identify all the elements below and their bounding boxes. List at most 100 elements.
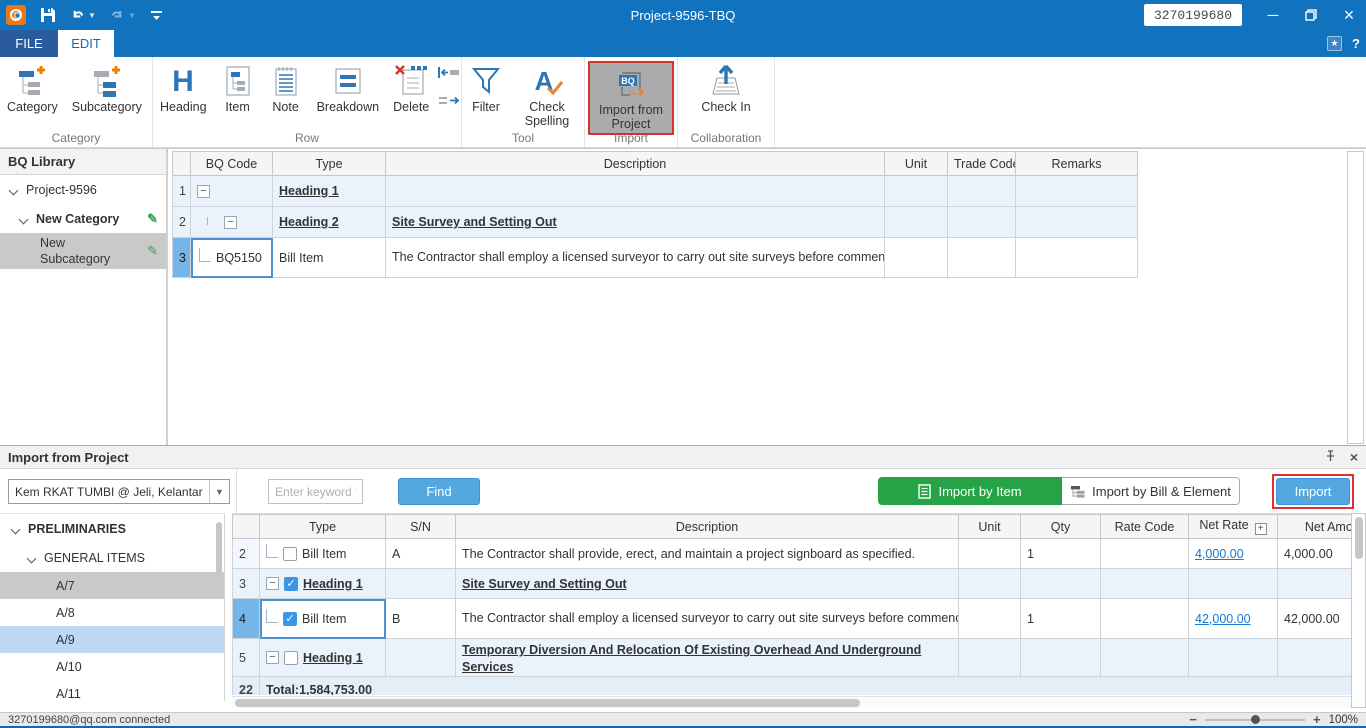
tree-scrollbar-thumb[interactable] — [216, 522, 222, 577]
save-button[interactable] — [40, 7, 56, 23]
col-header-net-amount[interactable]: Net Amount — [1278, 515, 1353, 539]
vertical-scrollbar[interactable] — [1347, 151, 1364, 444]
zoom-slider[interactable] — [1205, 719, 1305, 721]
table-row[interactable]: 3 BQ5150 Bill Item The Contractor shall … — [173, 238, 1138, 278]
table-row[interactable]: 2 − Heading 2 Site Survey and Setting Ou… — [173, 207, 1138, 238]
breakdown-button[interactable]: Breakdown — [310, 60, 387, 116]
col-header-type[interactable]: Type — [273, 152, 386, 176]
row-checkbox[interactable] — [284, 651, 298, 665]
customize-toolbar-button[interactable] — [150, 9, 163, 22]
table-row[interactable]: 2 Bill Item A The Contractor shall provi… — [233, 539, 1353, 569]
panel-close-icon[interactable]: × — [1350, 449, 1358, 465]
selected-cell[interactable]: BQ5150 — [191, 238, 273, 278]
ribbon-group-category: Category Subcategory Category — [0, 57, 153, 147]
col-header-description[interactable]: Description — [456, 515, 959, 539]
net-rate-link[interactable]: 4,000.00 — [1195, 547, 1244, 561]
app-logo-icon[interactable] — [6, 5, 26, 25]
tree-node-preliminaries[interactable]: PRELIMINARIES — [0, 514, 224, 544]
edit-pencil-icon[interactable]: ✎ — [147, 211, 158, 227]
keyword-search-input[interactable] — [268, 479, 363, 504]
outdent-row-icon[interactable] — [438, 66, 460, 84]
undo-dropdown-caret[interactable]: ▼ — [88, 11, 96, 20]
zoom-out-button[interactable]: − — [1189, 715, 1197, 725]
library-node-project[interactable]: Project-9596 — [0, 175, 166, 205]
heading-button[interactable]: H Heading — [153, 60, 214, 116]
note-button[interactable]: Note — [262, 60, 310, 116]
row-checkbox[interactable]: ✓ — [284, 577, 298, 591]
chevron-down-icon[interactable] — [9, 185, 19, 195]
col-header-unit[interactable]: Unit — [885, 152, 948, 176]
collapse-toggle[interactable]: − — [224, 216, 237, 229]
indent-row-icon[interactable] — [438, 94, 460, 112]
corner-header-cell[interactable] — [173, 152, 191, 176]
tree-connector — [266, 544, 278, 558]
library-node-category[interactable]: New Category ✎ — [0, 205, 166, 233]
import-from-project-button[interactable]: BQ Import from Project — [588, 61, 674, 135]
col-header-sn[interactable]: S/N — [386, 515, 456, 539]
col-header-description[interactable]: Description — [386, 152, 885, 176]
delete-button[interactable]: Delete — [386, 60, 436, 116]
restore-button[interactable] — [1294, 0, 1328, 30]
chevron-down-icon[interactable]: ▼ — [209, 480, 229, 503]
select-all-cell[interactable] — [233, 515, 260, 539]
zoom-in-button[interactable]: + — [1313, 715, 1321, 725]
col-header-type[interactable]: Type — [260, 515, 386, 539]
check-in-button[interactable]: Check In — [694, 60, 757, 116]
tab-edit[interactable]: EDIT — [58, 30, 114, 57]
tree-node-a8[interactable]: A/8 — [0, 599, 224, 626]
tree-node-a7[interactable]: A/7 — [0, 572, 224, 599]
import-by-item-button[interactable]: Import by Item — [878, 477, 1062, 505]
chevron-down-icon[interactable] — [27, 553, 37, 563]
table-row[interactable]: 1 − Heading 1 — [173, 176, 1138, 207]
col-header-qty[interactable]: Qty — [1021, 515, 1101, 539]
item-button[interactable]: Item — [214, 60, 262, 116]
col-header-trade-code[interactable]: Trade Code — [948, 152, 1016, 176]
import-button[interactable]: Import — [1276, 478, 1350, 505]
col-header-rate-code[interactable]: Rate Code — [1101, 515, 1189, 539]
undo-button[interactable]: ▼ — [70, 8, 96, 23]
tree-node-a9[interactable]: A/9 — [0, 626, 224, 653]
collapse-toggle[interactable]: − — [266, 651, 279, 664]
filter-button[interactable]: Filter — [462, 60, 510, 116]
selected-cell[interactable]: ✓Bill Item — [260, 599, 386, 639]
bookmark-icon[interactable]: ★ — [1327, 36, 1342, 51]
col-header-unit[interactable]: Unit — [959, 515, 1021, 539]
help-icon[interactable]: ? — [1352, 36, 1360, 51]
main-area: BQ Library Project-9596 New Category ✎ N… — [0, 148, 1366, 445]
zoom-slider-handle[interactable] — [1251, 715, 1260, 724]
edit-pencil-icon[interactable]: ✎ — [147, 243, 158, 259]
item-icon — [221, 62, 255, 100]
collapse-toggle[interactable]: − — [266, 577, 279, 590]
table-row[interactable]: 4 ✓Bill Item B The Contractor shall empl… — [233, 599, 1353, 639]
col-header-net-rate[interactable]: Net Rate+ — [1189, 515, 1278, 539]
library-node-subcategory[interactable]: New Subcategory ✎ — [0, 233, 166, 269]
category-button[interactable]: Category — [0, 60, 65, 116]
project-selector[interactable]: Kem RKAT TUMBI @ Jeli, Kelantar ▼ — [8, 479, 230, 504]
table-row[interactable]: 5 −Heading 1 Temporary Diversion And Rel… — [233, 639, 1353, 677]
pin-icon[interactable] — [1325, 450, 1336, 465]
tree-node-general-items[interactable]: GENERAL ITEMS — [0, 544, 224, 572]
horizontal-scrollbar[interactable] — [232, 696, 1352, 708]
find-button[interactable]: Find — [398, 478, 480, 505]
tab-file[interactable]: FILE — [0, 30, 58, 57]
vertical-scrollbar[interactable] — [1351, 513, 1366, 708]
tree-node-a11[interactable]: A/11 — [0, 680, 224, 701]
net-rate-link[interactable]: 42,000.00 — [1195, 612, 1251, 626]
tree-node-a10[interactable]: A/10 — [0, 653, 224, 680]
subcategory-button[interactable]: Subcategory — [65, 60, 149, 116]
horizontal-scrollbar-thumb[interactable] — [235, 699, 860, 707]
import-by-bill-element-button[interactable]: Import by Bill & Element — [1062, 477, 1240, 505]
check-spelling-button[interactable]: A Check Spelling — [510, 60, 584, 130]
table-row[interactable]: 3 −✓Heading 1 Site Survey and Setting Ou… — [233, 569, 1353, 599]
collapse-toggle[interactable]: − — [197, 185, 210, 198]
vertical-scrollbar-thumb[interactable] — [1355, 517, 1363, 559]
chevron-down-icon[interactable] — [19, 214, 29, 224]
col-header-bq-code[interactable]: BQ Code — [191, 152, 273, 176]
expand-column-icon[interactable]: + — [1255, 523, 1267, 535]
row-checkbox[interactable]: ✓ — [283, 612, 297, 626]
minimize-button[interactable]: ─ — [1256, 0, 1290, 30]
row-checkbox[interactable] — [283, 547, 297, 561]
close-button[interactable]: × — [1332, 0, 1366, 30]
chevron-down-icon[interactable] — [11, 524, 21, 534]
col-header-remarks[interactable]: Remarks — [1016, 152, 1138, 176]
